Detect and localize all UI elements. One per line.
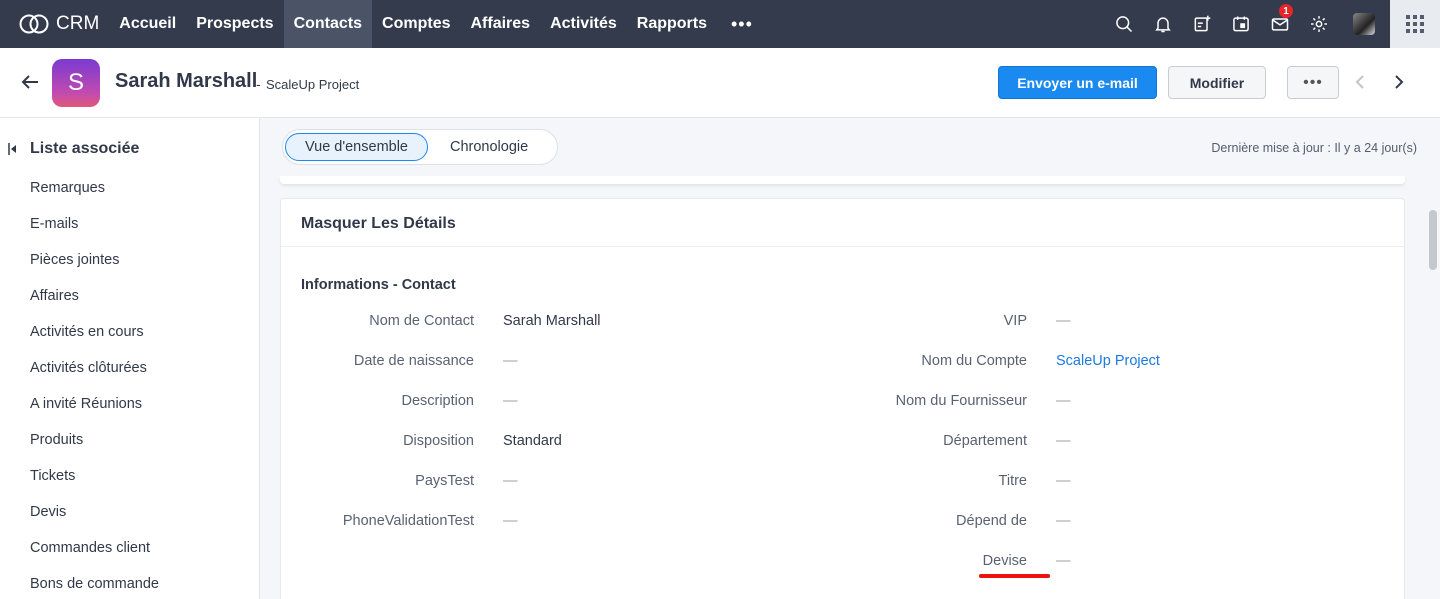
- sidebar-item-devis[interactable]: Devis: [30, 494, 159, 530]
- tab-overview[interactable]: Vue d'ensemble: [285, 133, 428, 161]
- add-note-icon[interactable]: [1182, 0, 1221, 48]
- field-value-disposition[interactable]: Standard: [503, 433, 562, 449]
- previous-card-edge: [280, 176, 1405, 184]
- field-value-vip[interactable]: —: [1056, 313, 1071, 329]
- sidebar-item-activites-en-cours[interactable]: Activités en cours: [30, 314, 159, 350]
- nav-item-affaires[interactable]: Affaires: [460, 0, 540, 48]
- sidebar-item-emails[interactable]: E-mails: [30, 206, 159, 242]
- contact-account: ScaleUp Project: [266, 77, 360, 92]
- back-arrow-icon[interactable]: [20, 72, 44, 94]
- last-update-text: Dernière mise à jour : Il y a 24 jour(s): [1211, 141, 1417, 155]
- more-actions-button[interactable]: •••: [1287, 66, 1339, 99]
- field-value-titre[interactable]: —: [1056, 473, 1071, 489]
- mail-icon[interactable]: 1: [1260, 0, 1299, 48]
- collapse-sidebar-icon[interactable]: [8, 142, 18, 156]
- field-label-nom-de-contact: Nom de Contact: [369, 313, 474, 329]
- field-value-departement[interactable]: —: [1056, 433, 1071, 449]
- highlight-underline: [979, 574, 1050, 578]
- nav-item-rapports[interactable]: Rapports: [627, 0, 717, 48]
- field-value-devise[interactable]: —: [1056, 553, 1071, 569]
- account-link[interactable]: ScaleUp Project: [1056, 353, 1160, 369]
- sidebar-item-remarques[interactable]: Remarques: [30, 170, 159, 206]
- edit-button[interactable]: Modifier: [1168, 66, 1266, 99]
- top-navbar: CRM Accueil Prospects Contacts Comptes A…: [0, 0, 1440, 48]
- sidebar-item-bons-de-commande[interactable]: Bons de commande: [30, 566, 159, 599]
- contact-avatar: S: [52, 59, 100, 107]
- bell-icon[interactable]: [1143, 0, 1182, 48]
- crm-logo-icon: [19, 14, 49, 34]
- field-value-nom-du-fournisseur[interactable]: —: [1056, 393, 1071, 409]
- field-value-description[interactable]: —: [503, 393, 518, 409]
- sidebar-item-pieces-jointes[interactable]: Pièces jointes: [30, 242, 159, 278]
- nav-item-contacts[interactable]: Contacts: [283, 0, 373, 48]
- record-tabs-bar: Vue d'ensemble Chronologie Dernière mise…: [260, 118, 1426, 176]
- field-value-phonevalidationtest[interactable]: —: [503, 513, 518, 529]
- card-divider: [281, 246, 1404, 247]
- sidebar-item-tickets[interactable]: Tickets: [30, 458, 159, 494]
- crm-logo[interactable]: CRM: [0, 0, 109, 48]
- app-name: CRM: [56, 13, 100, 34]
- record-header: S Sarah Marshall - ScaleUp Project Envoy…: [0, 48, 1440, 118]
- nav-item-comptes[interactable]: Comptes: [372, 0, 460, 48]
- field-label-date-de-naissance: Date de naissance: [353, 353, 474, 369]
- sidebar-item-activites-cloturees[interactable]: Activités clôturées: [30, 350, 159, 386]
- field-value-depend-de[interactable]: —: [1056, 513, 1071, 529]
- field-label-devise: Devise: [982, 553, 1027, 569]
- hide-details-toggle[interactable]: Masquer Les Détails: [301, 215, 456, 233]
- section-title: Informations - Contact: [301, 277, 456, 293]
- field-label-description: Description: [401, 393, 474, 409]
- name-separator: -: [256, 76, 261, 92]
- field-label-depend-de: Dépend de: [956, 513, 1027, 529]
- sidebar-item-produits[interactable]: Produits: [30, 422, 159, 458]
- contact-name: Sarah Marshall: [115, 70, 258, 92]
- nav-item-activites[interactable]: Activités: [540, 0, 627, 48]
- scrollbar-thumb[interactable]: [1429, 210, 1437, 270]
- field-label-disposition: Disposition: [403, 433, 474, 449]
- field-label-paystest: PaysTest: [415, 473, 474, 489]
- field-label-vip: VIP: [1003, 313, 1027, 329]
- sidebar-item-reunions[interactable]: A invité Réunions: [30, 386, 159, 422]
- nav-more-button[interactable]: •••: [717, 0, 767, 48]
- gear-icon[interactable]: [1299, 0, 1338, 48]
- nav-item-prospects[interactable]: Prospects: [186, 0, 283, 48]
- search-icon[interactable]: [1104, 0, 1143, 48]
- field-label-departement: Département: [943, 433, 1027, 449]
- sidebar-item-commandes-client[interactable]: Commandes client: [30, 530, 159, 566]
- field-label-nom-du-compte: Nom du Compte: [921, 353, 1027, 369]
- calendar-icon[interactable]: [1221, 0, 1260, 48]
- related-list-sidebar: Liste associée Remarques E-mails Pièces …: [0, 118, 260, 599]
- navbar-icons: 1: [1104, 0, 1390, 48]
- field-value-nom-de-contact[interactable]: Sarah Marshall: [503, 313, 601, 329]
- nav-item-accueil[interactable]: Accueil: [109, 0, 186, 48]
- field-label-phonevalidationtest: PhoneValidationTest: [342, 513, 474, 529]
- details-card: Masquer Les Détails Informations - Conta…: [280, 198, 1405, 599]
- field-value-paystest[interactable]: —: [503, 473, 518, 489]
- field-label-titre: Titre: [998, 473, 1027, 489]
- sidebar-item-affaires[interactable]: Affaires: [30, 278, 159, 314]
- send-email-button[interactable]: Envoyer un e-mail: [998, 66, 1157, 99]
- view-tabs: Vue d'ensemble Chronologie: [282, 129, 559, 165]
- sidebar-title: Liste associée: [30, 140, 140, 157]
- previous-record-icon[interactable]: [1353, 74, 1369, 92]
- profile-photo-icon: [1353, 13, 1375, 35]
- tab-timeline[interactable]: Chronologie: [430, 133, 555, 161]
- next-record-icon[interactable]: [1390, 74, 1406, 92]
- app-grid-icon[interactable]: [1390, 0, 1440, 48]
- related-list: Remarques E-mails Pièces jointes Affaire…: [30, 170, 159, 599]
- user-avatar[interactable]: [1338, 0, 1390, 48]
- mail-badge: 1: [1279, 4, 1293, 18]
- field-value-date-de-naissance[interactable]: —: [503, 353, 518, 369]
- field-label-nom-du-fournisseur: Nom du Fournisseur: [895, 393, 1027, 409]
